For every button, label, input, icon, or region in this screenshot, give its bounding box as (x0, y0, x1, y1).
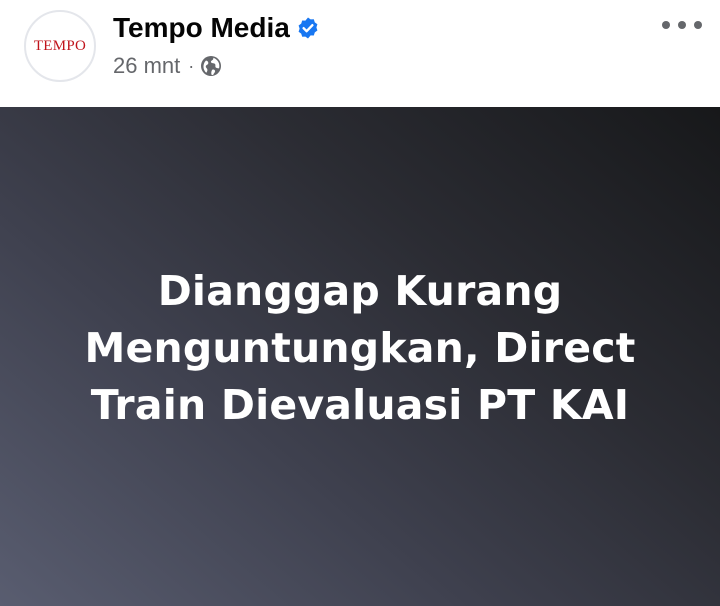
more-dot (694, 21, 702, 29)
page-name[interactable]: Tempo Media (113, 12, 290, 44)
avatar[interactable]: TEMPO (24, 10, 96, 82)
more-dot (662, 21, 670, 29)
more-dot (678, 21, 686, 29)
more-options-icon[interactable] (662, 14, 702, 36)
tempo-logo: TEMPO (33, 37, 87, 54)
post-header: TEMPO Tempo Media 26 mnt · (0, 0, 720, 107)
globe-icon[interactable] (200, 55, 222, 77)
headline-line-2: Menguntungkan, Direct (84, 324, 636, 372)
meta-separator: · (188, 55, 195, 76)
headline-line-1: Dianggap Kurang (157, 267, 563, 315)
post-image[interactable]: Dianggap Kurang Menguntungkan, Direct Tr… (0, 107, 720, 606)
facebook-post: TEMPO Tempo Media 26 mnt · Dianggap Kura… (0, 0, 720, 606)
post-meta: 26 mnt · (113, 52, 222, 80)
headline-line-3: Train Dievaluasi PT KAI (90, 381, 630, 429)
post-timestamp[interactable]: 26 mnt (113, 53, 180, 79)
author-row: Tempo Media (113, 10, 320, 46)
image-headline: Dianggap Kurang Menguntungkan, Direct Tr… (40, 263, 680, 434)
verified-badge-icon (296, 16, 320, 40)
